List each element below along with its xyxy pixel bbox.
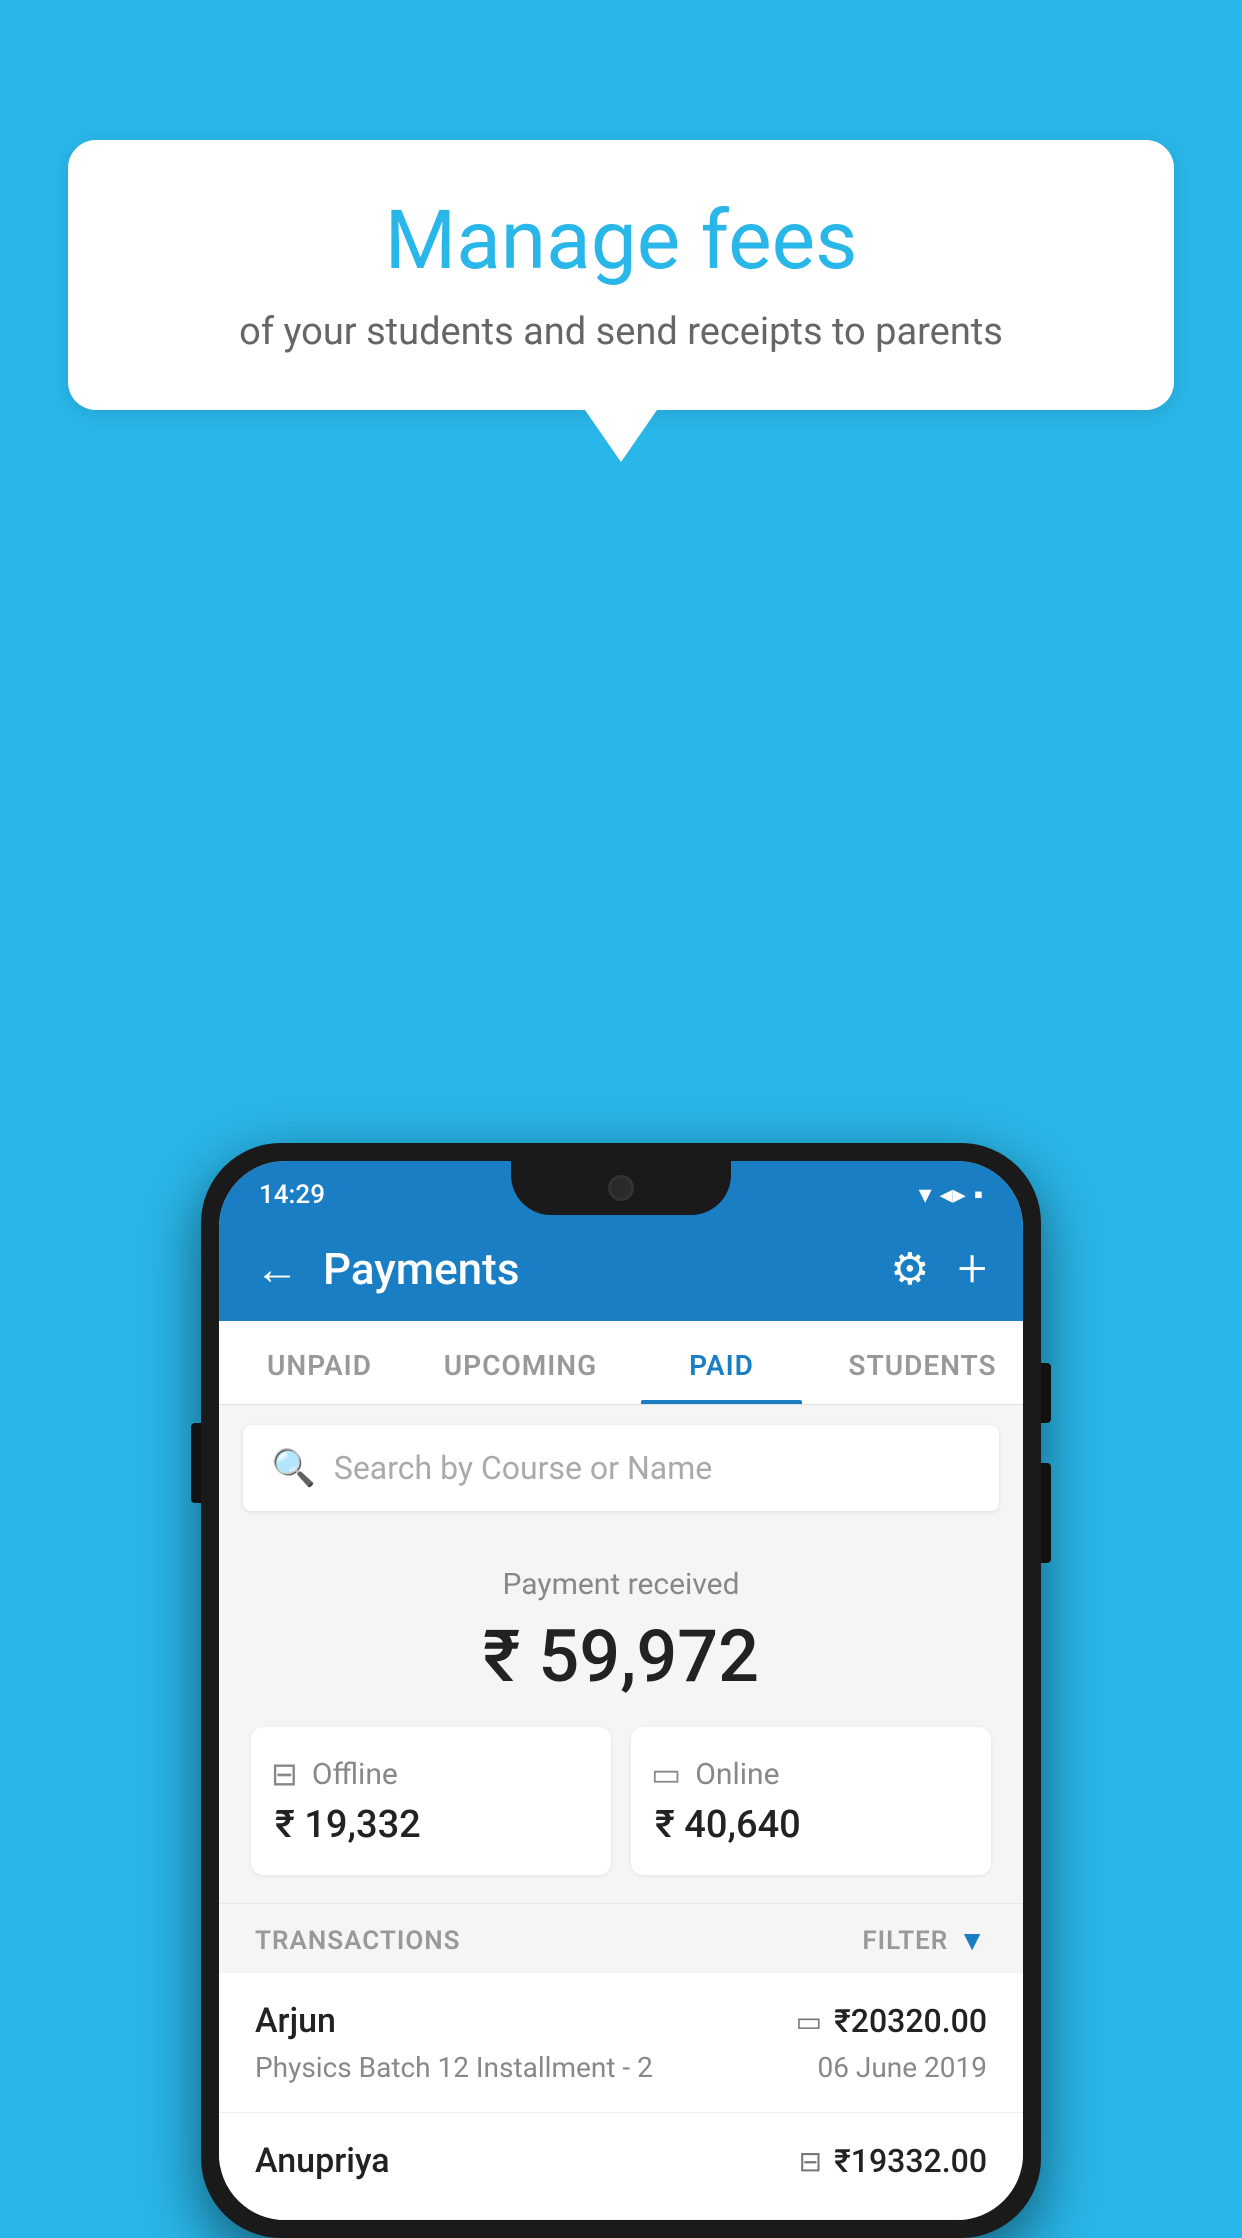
phone-container: 14:29 ▾ ◂▸ ▪ ← Payments ⚙ + [201,1143,1041,2238]
transaction-date: 06 June 2019 [817,2051,987,2084]
payment-received-label: Payment received [243,1567,999,1602]
online-card-top: ▭ Online [651,1755,780,1793]
transactions-label: TRANSACTIONS [255,1926,461,1956]
search-icon: 🔍 [271,1447,316,1489]
battery-icon: ▪ [974,1179,983,1210]
phone-notch [511,1161,731,1215]
phone-outer: 14:29 ▾ ◂▸ ▪ ← Payments ⚙ + [201,1143,1041,2238]
tab-upcoming[interactable]: UPCOMING [420,1321,621,1404]
signal-icon: ◂▸ [940,1180,966,1210]
online-amount: ₹ 40,640 [655,1803,801,1847]
tab-unpaid[interactable]: UNPAID [219,1321,420,1404]
wifi-icon: ▾ [919,1180,932,1210]
header-right: ⚙ + [890,1238,987,1299]
side-button-volume-up [1041,1363,1051,1423]
payment-total-amount: ₹ 59,972 [243,1614,999,1699]
transactions-header: TRANSACTIONS FILTER ▼ [219,1903,1023,1973]
transaction-bottom: Physics Batch 12 Installment - 2 06 June… [255,2051,987,2084]
phone-screen: 14:29 ▾ ◂▸ ▪ ← Payments ⚙ + [219,1161,1023,2220]
online-card: ▭ Online ₹ 40,640 [631,1727,991,1875]
search-bar[interactable]: 🔍 Search by Course or Name [243,1425,999,1511]
offline-card-top: ⊟ Offline [271,1755,398,1793]
cash-payment-icon: ⊟ [799,2145,822,2178]
app-header: ← Payments ⚙ + [219,1220,1023,1321]
payment-cards: ⊟ Offline ₹ 19,332 ▭ Online ₹ 40,640 [251,1727,991,1875]
filter-button[interactable]: FILTER ▼ [862,1924,987,1957]
offline-label: Offline [312,1757,398,1792]
transaction-top: Arjun ▭ ₹20320.00 [255,2001,987,2041]
offline-card: ⊟ Offline ₹ 19,332 [251,1727,611,1875]
transaction-course: Physics Batch 12 Installment - 2 [255,2051,653,2084]
transaction-amount: ₹20320.00 [834,2002,987,2040]
side-button-volume-down [1041,1463,1051,1563]
online-label: Online [695,1757,779,1792]
header-left: ← Payments [255,1243,519,1295]
side-button-left [191,1423,201,1503]
status-time: 14:29 [259,1180,325,1210]
add-icon[interactable]: + [958,1238,987,1299]
transaction-amount-wrap: ⊟ ₹19332.00 [799,2142,987,2180]
header-title: Payments [323,1243,519,1295]
settings-icon[interactable]: ⚙ [890,1243,929,1295]
tabs-container: UNPAID UPCOMING PAID STUDENTS [219,1321,1023,1405]
tab-paid[interactable]: PAID [621,1321,822,1404]
payment-summary: Payment received ₹ 59,972 ⊟ Offline ₹ 19… [219,1531,1023,1903]
speech-bubble-title: Manage fees [128,196,1114,286]
speech-bubble: Manage fees of your students and send re… [68,140,1174,410]
back-button[interactable]: ← [255,1247,299,1291]
camera [608,1175,634,1201]
table-row[interactable]: Arjun ▭ ₹20320.00 Physics Batch 12 Insta… [219,1973,1023,2113]
transaction-top: Anupriya ⊟ ₹19332.00 [255,2141,987,2181]
tab-students[interactable]: STUDENTS [822,1321,1023,1404]
offline-icon: ⊟ [271,1755,298,1793]
table-row[interactable]: Anupriya ⊟ ₹19332.00 [219,2113,1023,2220]
card-payment-icon: ▭ [796,2005,822,2038]
status-icons: ▾ ◂▸ ▪ [919,1179,983,1210]
speech-bubble-subtitle: of your students and send receipts to pa… [128,310,1114,354]
bubble-pointer [585,410,657,462]
transaction-name: Anupriya [255,2141,390,2181]
offline-amount: ₹ 19,332 [275,1803,421,1847]
filter-icon: ▼ [958,1924,987,1957]
search-placeholder: Search by Course or Name [334,1449,712,1487]
transaction-amount-wrap: ▭ ₹20320.00 [796,2002,987,2040]
speech-bubble-container: Manage fees of your students and send re… [68,140,1174,462]
transaction-amount: ₹19332.00 [834,2142,987,2180]
transaction-name: Arjun [255,2001,336,2041]
online-icon: ▭ [651,1755,681,1793]
search-container: 🔍 Search by Course or Name [219,1405,1023,1531]
filter-label: FILTER [862,1926,948,1956]
